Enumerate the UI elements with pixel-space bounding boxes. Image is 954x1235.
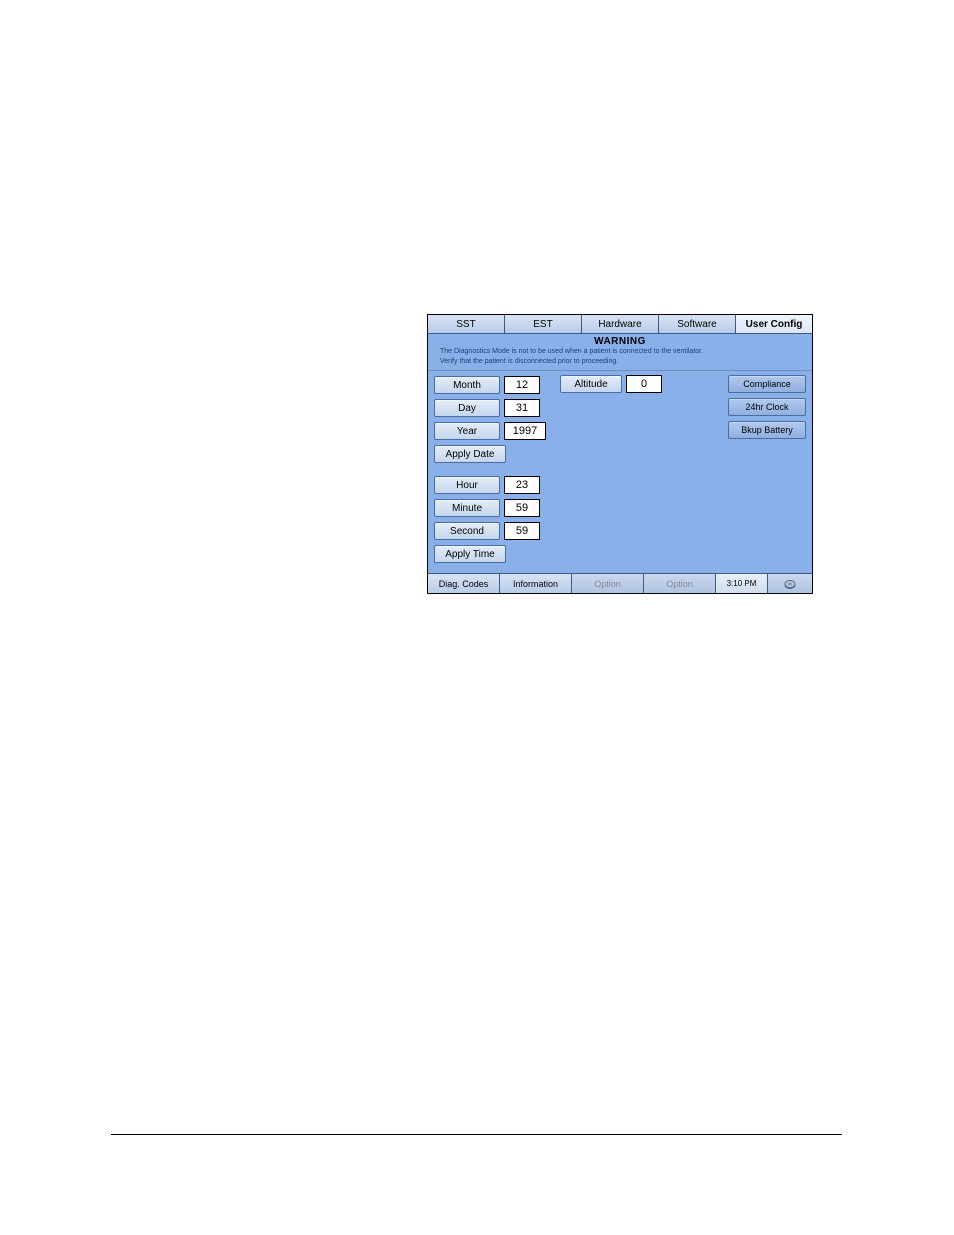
tab-sst[interactable]: SST	[428, 315, 505, 333]
option-button-2: Option	[644, 574, 716, 593]
warning-text-2: Verify that the patient is disconnected …	[440, 357, 800, 367]
content-area: Month 12 Day 31 Year 1997 Apply Date Hou…	[428, 371, 812, 573]
hour-button[interactable]: Hour	[434, 476, 500, 494]
warning-title: WARNING	[440, 336, 800, 347]
warning-bar: WARNING The Diagnostics Mode is not to b…	[428, 334, 812, 371]
right-column: Compliance 24hr Clock Bkup Battery	[728, 375, 806, 444]
month-button[interactable]: Month	[434, 376, 500, 394]
tab-hardware[interactable]: Hardware	[582, 315, 659, 333]
compliance-button[interactable]: Compliance	[728, 375, 806, 393]
warning-text-1: The Diagnostics Mode is not to be used w…	[440, 347, 800, 357]
information-button[interactable]: Information	[500, 574, 572, 593]
altitude-group: Altitude 0	[560, 375, 662, 393]
minute-value[interactable]: 59	[504, 499, 540, 517]
clock-display: 3:10 PM	[716, 574, 768, 593]
altitude-button[interactable]: Altitude	[560, 375, 622, 393]
day-button[interactable]: Day	[434, 399, 500, 417]
tab-user-config[interactable]: User Config	[736, 315, 812, 333]
bkup-battery-button[interactable]: Bkup Battery	[728, 421, 806, 439]
second-button[interactable]: Second	[434, 522, 500, 540]
page-footer-rule	[111, 1134, 842, 1135]
day-value[interactable]: 31	[504, 399, 540, 417]
left-column: Month 12 Day 31 Year 1997 Apply Date Hou…	[434, 375, 554, 564]
apply-date-button[interactable]: Apply Date	[434, 445, 506, 463]
option-button-1: Option	[572, 574, 644, 593]
altitude-value[interactable]: 0	[626, 375, 662, 393]
diagnostics-panel: SST EST Hardware Software User Config WA…	[427, 314, 813, 594]
top-tab-row: SST EST Hardware Software User Config	[428, 315, 812, 334]
hour-value[interactable]: 23	[504, 476, 540, 494]
minute-button[interactable]: Minute	[434, 499, 500, 517]
knob-icon	[768, 574, 812, 593]
diag-codes-button[interactable]: Diag. Codes	[428, 574, 500, 593]
year-value[interactable]: 1997	[504, 422, 546, 440]
second-value[interactable]: 59	[504, 522, 540, 540]
tab-est[interactable]: EST	[505, 315, 582, 333]
month-value[interactable]: 12	[504, 376, 540, 394]
bottom-bar: Diag. Codes Information Option Option 3:…	[428, 573, 812, 593]
clock-24hr-button[interactable]: 24hr Clock	[728, 398, 806, 416]
apply-time-button[interactable]: Apply Time	[434, 545, 506, 563]
tab-software[interactable]: Software	[659, 315, 736, 333]
year-button[interactable]: Year	[434, 422, 500, 440]
